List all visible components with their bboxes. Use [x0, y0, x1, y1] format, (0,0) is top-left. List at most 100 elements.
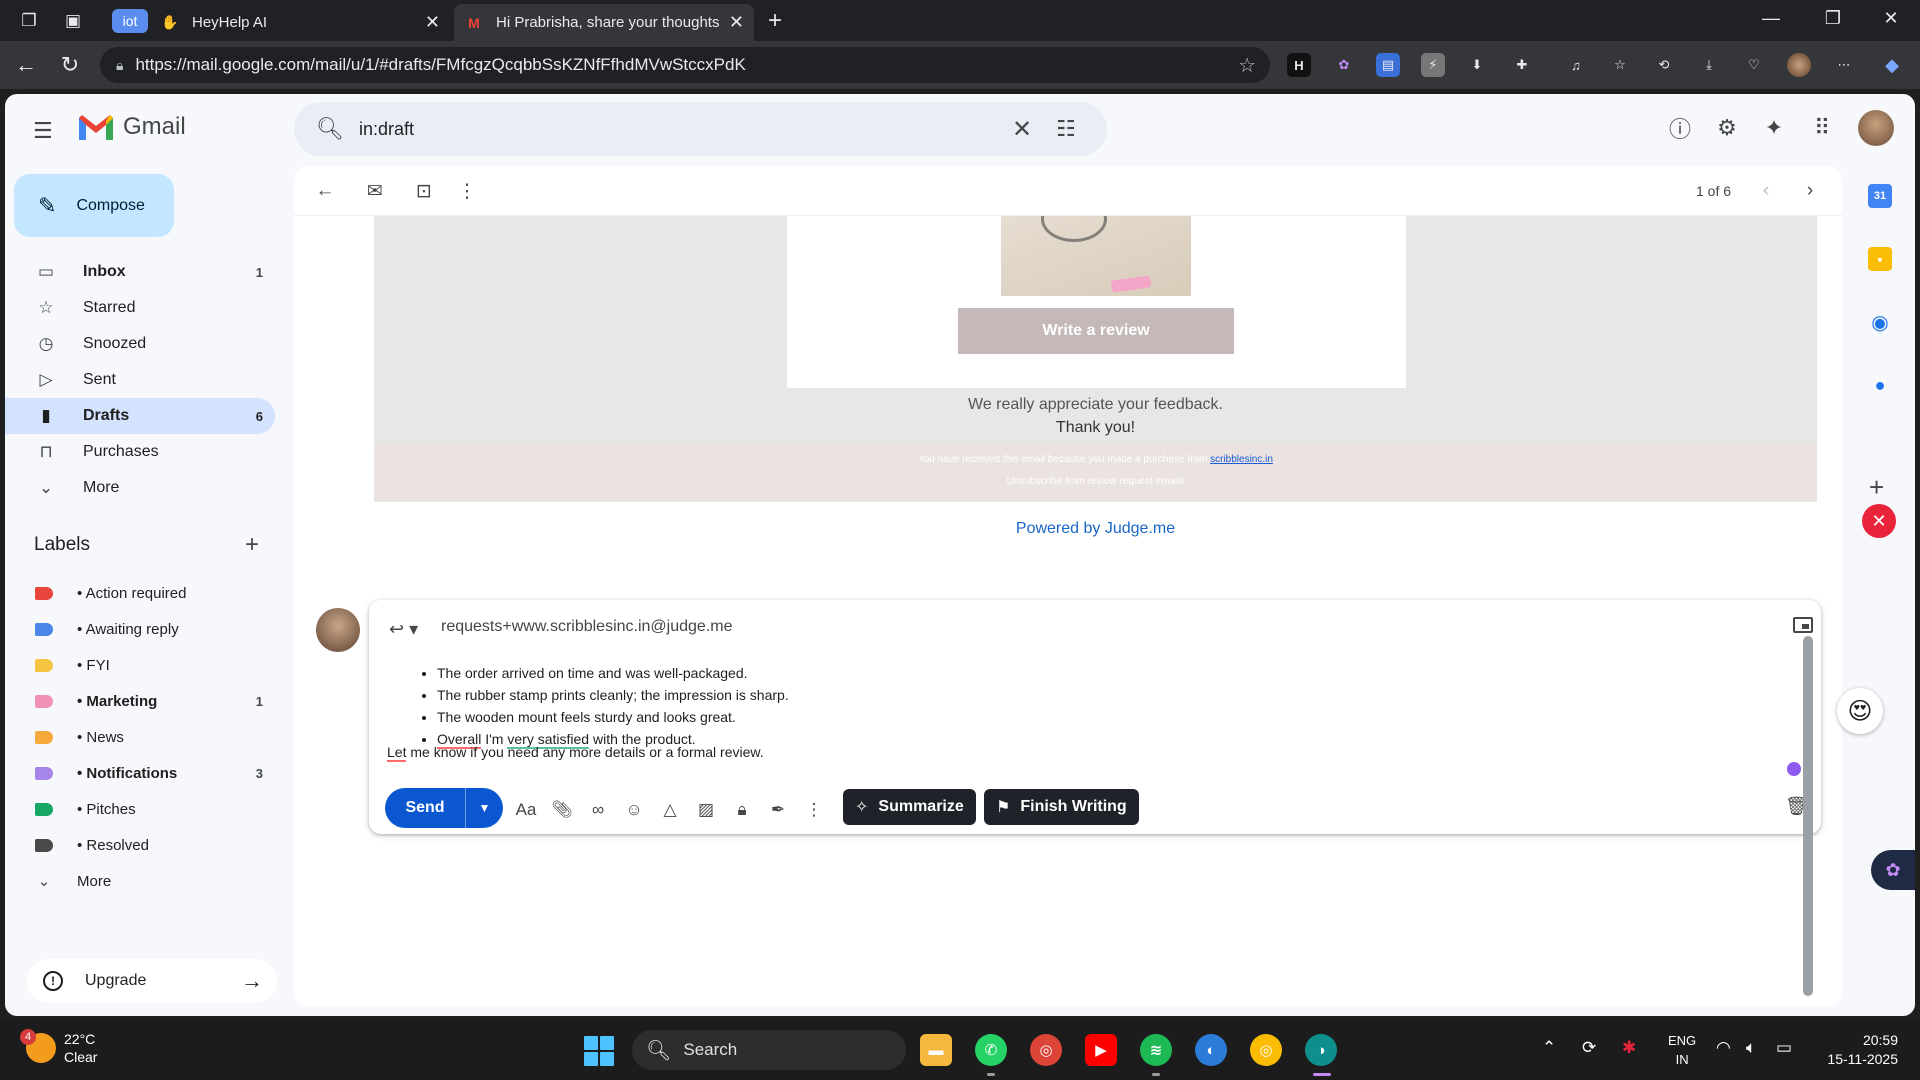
extension-copilot-icon[interactable]: ✿ — [1332, 53, 1356, 77]
tab-actions-icon[interactable]: ▣ — [60, 8, 86, 34]
mark-unread-icon[interactable]: ✉ — [362, 178, 388, 204]
system-clock[interactable]: 20:59 15-11-2025 — [1818, 1031, 1898, 1069]
more-vertical-icon[interactable]: ⋮ — [454, 178, 480, 204]
label-resolved[interactable]: • Resolved — [5, 827, 275, 863]
health-icon[interactable]: ♡ — [1742, 53, 1766, 77]
unsubscribe-link[interactable]: Unsubscribe from review request emails — [374, 476, 1817, 487]
battery-icon[interactable]: ▭ — [1776, 1038, 1792, 1058]
prev-icon[interactable]: ‹ — [1753, 178, 1779, 204]
workspaces-icon[interactable]: ❐ — [16, 8, 42, 34]
extensions-puzzle-icon[interactable]: ✚ — [1510, 53, 1534, 77]
send-options-icon[interactable]: ▼ — [465, 788, 503, 828]
scrollbar[interactable] — [1803, 636, 1813, 996]
sync-icon[interactable]: ⟳ — [1582, 1038, 1596, 1058]
keep-icon[interactable]: ▪ — [1868, 247, 1892, 271]
edge-icon[interactable]: ◑ — [1305, 1034, 1337, 1066]
tasks-icon[interactable]: ◉ — [1868, 310, 1892, 334]
tab-heyhelp[interactable]: ✋ HeyHelp AI ✕ — [108, 4, 450, 41]
label-fyi[interactable]: • FYI — [5, 647, 275, 683]
media-icon[interactable]: ♫ — [1564, 53, 1588, 77]
label-news[interactable]: • News — [5, 719, 275, 755]
label-pitches[interactable]: • Pitches — [5, 791, 275, 827]
apps-grid-icon[interactable]: ⠿ — [1807, 113, 1837, 143]
language-indicator[interactable]: ENG IN — [1668, 1031, 1696, 1069]
reply-type-icon[interactable]: ↩ ▾ — [389, 619, 418, 640]
labels-more[interactable]: ⌄ More — [5, 863, 275, 899]
whatsapp-icon[interactable]: ✆ — [975, 1034, 1007, 1066]
extension-download-icon[interactable]: ⬇ — [1465, 53, 1489, 77]
send-label[interactable]: Send — [385, 788, 465, 828]
calendar-icon[interactable]: 31 — [1868, 184, 1892, 208]
reply-body[interactable]: The order arrived on time and was well-p… — [423, 662, 789, 750]
search-bar[interactable]: 🔍︎ in:draft ✕ ☷ — [294, 102, 1107, 156]
reload-icon[interactable]: ↻ — [56, 51, 84, 79]
extension-window-icon[interactable]: ▤ — [1376, 53, 1400, 77]
main-menu-icon[interactable]: ☰ — [33, 118, 53, 144]
addon-x-icon[interactable]: ✕ — [1862, 504, 1896, 538]
extension-bolt-icon[interactable]: ⚡ — [1421, 53, 1445, 77]
link-icon[interactable]: ∞ — [586, 798, 610, 822]
summarize-button[interactable]: ✧ Summarize — [843, 789, 976, 825]
finish-writing-button[interactable]: ⚑ Finish Writing — [984, 789, 1139, 825]
wifi-icon[interactable]: ◠ — [1716, 1038, 1731, 1058]
nav-item-inbox[interactable]: ▭ Inbox 1 — [5, 254, 275, 290]
get-addons-icon[interactable]: + — [1869, 472, 1884, 503]
nav-item-snoozed[interactable]: ◷ Snoozed — [5, 326, 275, 362]
close-window-icon[interactable]: ✕ — [1876, 8, 1906, 29]
label-awaiting-reply[interactable]: • Awaiting reply — [5, 611, 275, 647]
bookmark-star-icon[interactable]: ☆ — [1238, 53, 1256, 78]
profile-avatar[interactable] — [1787, 53, 1811, 77]
support-icon[interactable]: ⓘ — [1665, 113, 1695, 143]
tab-group-badge[interactable]: iot — [112, 9, 148, 33]
tray-app-icon[interactable]: ✱ — [1622, 1038, 1636, 1058]
label-notifications[interactable]: • Notifications 3 — [5, 755, 275, 791]
chrome-icon[interactable]: ◎ — [1250, 1034, 1282, 1066]
copilot-icon[interactable]: ◆ — [1880, 53, 1904, 77]
account-avatar[interactable] — [1858, 110, 1894, 146]
extension-h-icon[interactable]: H — [1287, 53, 1311, 77]
drive-icon[interactable]: △ — [658, 798, 682, 822]
popout-icon[interactable] — [1793, 617, 1813, 633]
file-explorer-icon[interactable]: ▬ — [920, 1034, 952, 1066]
label-action-required[interactable]: • Action required — [5, 575, 275, 611]
write-review-button[interactable]: Write a review — [958, 308, 1234, 354]
restore-icon[interactable]: ❐ — [1818, 8, 1848, 29]
label-marketing[interactable]: • Marketing 1 — [5, 683, 275, 719]
upgrade-button[interactable]: ! Upgrade → — [27, 959, 277, 1003]
formatting-icon[interactable]: Aa — [514, 798, 538, 822]
edge-beta-icon[interactable]: ◐ — [1195, 1034, 1227, 1066]
more-options-icon[interactable]: ⋮ — [802, 798, 826, 822]
close-icon[interactable]: ✕ — [729, 12, 744, 33]
youtube-icon[interactable]: ▶ — [1085, 1034, 1117, 1066]
send-button[interactable]: Send ▼ — [385, 788, 503, 828]
history-icon[interactable]: ⟲ — [1652, 53, 1676, 77]
gmail-logo[interactable]: Gmail — [77, 112, 186, 142]
assistant-dot-icon[interactable] — [1787, 762, 1801, 776]
emoji-icon[interactable]: ☺ — [622, 798, 646, 822]
taskbar-search[interactable]: 🔍︎ Search — [632, 1030, 906, 1070]
signature-pen-icon[interactable]: ✒ — [766, 798, 790, 822]
nav-item-drafts[interactable]: ▮ Drafts 6 — [5, 398, 275, 434]
search-input[interactable]: in:draft — [359, 119, 414, 140]
nav-item-purchases[interactable]: ⊓ Purchases — [5, 434, 275, 470]
start-button[interactable] — [584, 1036, 614, 1066]
close-icon[interactable]: ✕ — [425, 12, 440, 33]
store-link[interactable]: scribblesinc.in — [1210, 454, 1273, 465]
nav-item-sent[interactable]: ▷ Sent — [5, 362, 275, 398]
add-label-icon[interactable]: + — [245, 531, 259, 559]
back-arrow-icon[interactable]: ← — [312, 178, 338, 204]
move-to-icon[interactable]: ⊡ — [411, 178, 437, 204]
address-bar[interactable]: 🔒︎ https://mail.google.com/mail/u/1/#dra… — [100, 47, 1270, 83]
contacts-icon[interactable]: ● — [1868, 373, 1892, 397]
weather-widget[interactable]: 4 22°C Clear — [20, 1029, 97, 1066]
emoji-reaction-icon[interactable]: 😍 — [1837, 688, 1883, 734]
search-icon[interactable]: 🔍︎ — [316, 116, 344, 142]
nav-item-starred[interactable]: ☆ Starred — [5, 290, 275, 326]
recipient-field[interactable]: requests+www.scribblesinc.in@judge.me — [441, 618, 732, 636]
downloads-icon[interactable]: ⤓ — [1697, 53, 1721, 77]
chrome-profile-icon[interactable]: ◎ — [1030, 1034, 1062, 1066]
new-tab-icon[interactable]: + — [762, 7, 788, 34]
nav-item-more[interactable]: ⌄ More — [5, 470, 275, 506]
compose-button[interactable]: ✎ Compose — [14, 174, 174, 237]
volume-icon[interactable]: 🔈︎ — [1746, 1038, 1756, 1058]
